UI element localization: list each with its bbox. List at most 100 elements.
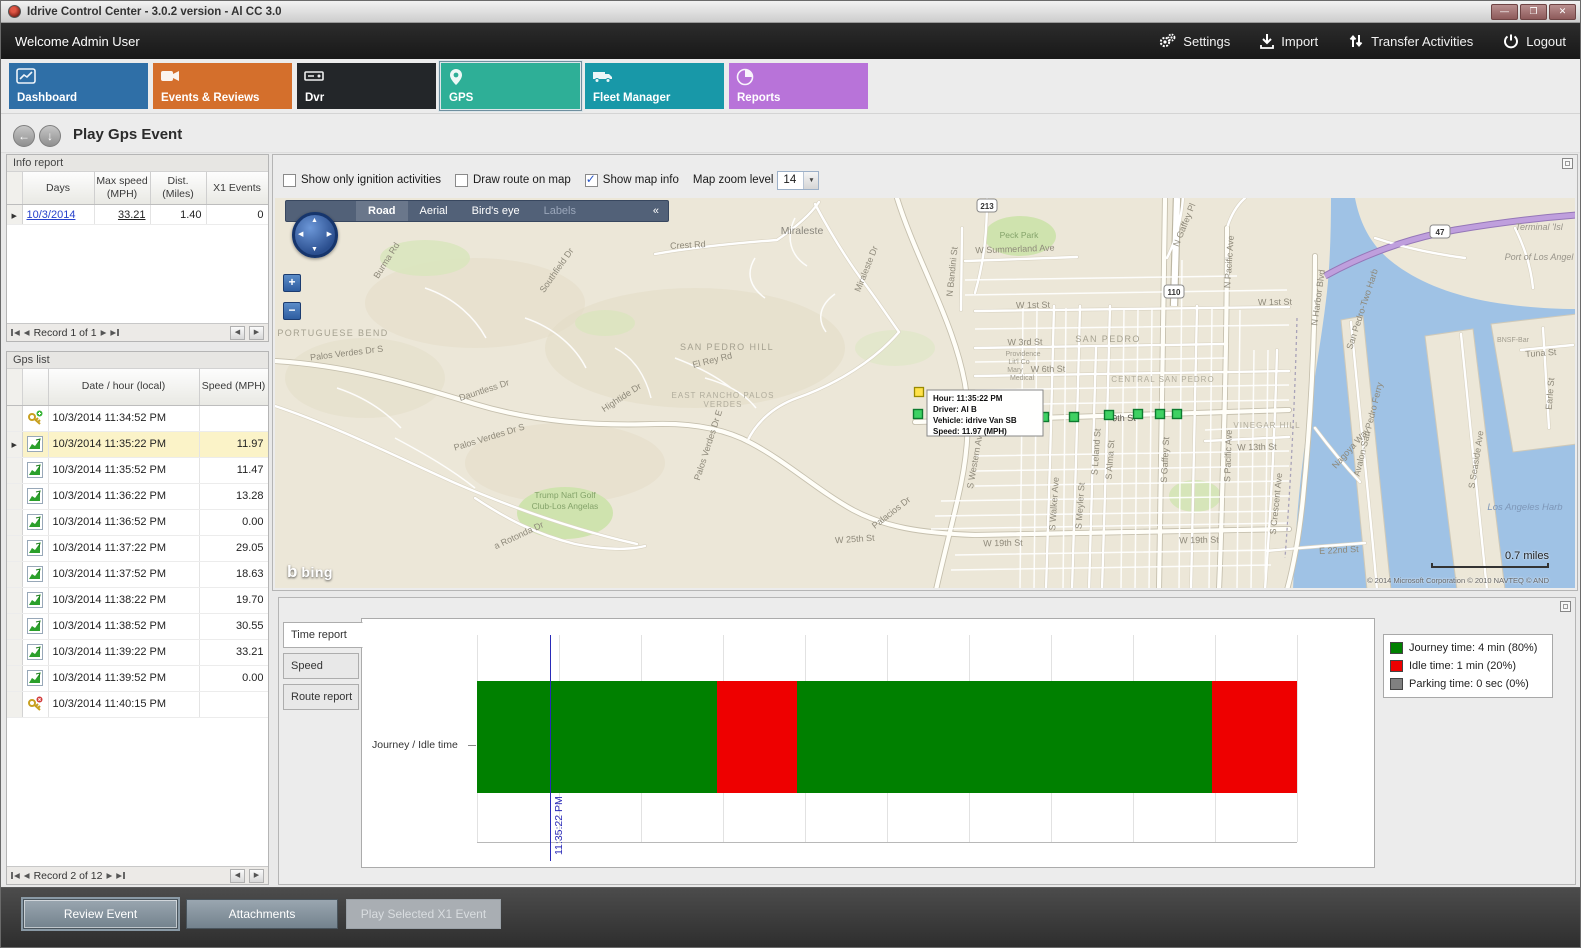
gps-speed-cell[interactable]: 0.00 <box>199 509 268 535</box>
col-date-hour[interactable]: Date / hour (local) <box>48 369 199 405</box>
map-view-labels[interactable]: Labels <box>532 201 588 221</box>
tab-speed-graphic[interactable]: Speed graphic <box>283 653 359 679</box>
gps-speed-cell[interactable]: 30.55 <box>199 613 268 639</box>
checkbox-icon[interactable] <box>585 174 598 187</box>
days-cell[interactable]: 10/3/2014 <box>22 205 94 225</box>
gps-date-cell[interactable]: 10/3/2014 11:35:52 PM <box>48 457 199 483</box>
gps-point-marker[interactable] <box>1173 410 1182 419</box>
checkbox-show-map-info[interactable]: Show map info <box>585 174 679 187</box>
gps-speed-cell[interactable] <box>199 691 268 717</box>
map-view-aerial[interactable]: Aerial <box>408 201 460 221</box>
gps-date-cell[interactable]: 10/3/2014 11:34:52 PM <box>48 405 199 431</box>
scroll-right-button[interactable]: ▶ <box>249 869 264 883</box>
selected-point-marker[interactable] <box>915 388 924 397</box>
gps-speed-cell[interactable]: 13.28 <box>199 483 268 509</box>
gps-list-row[interactable]: 10/3/2014 11:40:15 PM <box>7 691 268 717</box>
next-record-button[interactable]: ▶ <box>106 872 112 880</box>
checkbox-show-ignition[interactable]: Show only ignition activities <box>283 174 441 187</box>
tab-time-report[interactable]: Time report <box>283 622 363 648</box>
max-speed-cell[interactable]: 33.21 <box>94 205 150 225</box>
gps-point-marker[interactable] <box>1070 413 1079 422</box>
report-collapse-icon[interactable] <box>1560 601 1571 612</box>
prev-record-button[interactable]: ◀ <box>24 872 30 880</box>
map-zoom-out-button[interactable]: − <box>283 302 301 320</box>
gps-point-marker[interactable] <box>1156 410 1165 419</box>
checkbox-icon[interactable] <box>455 174 468 187</box>
gps-speed-cell[interactable]: 18.63 <box>199 561 268 587</box>
gps-list-row[interactable]: 10/3/2014 11:34:52 PM <box>7 405 268 431</box>
tab-dvr[interactable]: Dvr <box>297 63 436 109</box>
gps-speed-cell[interactable]: 11.97 <box>199 431 268 457</box>
close-button[interactable]: ✕ <box>1549 4 1576 20</box>
tab-events-reviews[interactable]: Events & Reviews <box>153 63 292 109</box>
gps-list-row[interactable]: ▶ 10/3/2014 11:35:22 PM 11.97 <box>7 431 268 457</box>
gps-date-cell[interactable]: 10/3/2014 11:39:52 PM <box>48 665 199 691</box>
gps-date-cell[interactable]: 10/3/2014 11:38:22 PM <box>48 587 199 613</box>
gps-date-cell[interactable]: 10/3/2014 11:36:52 PM <box>48 509 199 535</box>
bing-map[interactable]: 21311047 MiralestePeck ParkW Summerland … <box>275 198 1575 588</box>
pan-west-icon[interactable]: ◀ <box>298 230 303 238</box>
maximize-button[interactable]: ❐ <box>1520 4 1547 20</box>
next-record-button[interactable]: ▶ <box>101 329 107 337</box>
col-speed[interactable]: Speed (MPH) <box>199 369 268 405</box>
pan-south-icon[interactable]: ▼ <box>311 246 318 253</box>
col-dist[interactable]: Dist. (Miles) <box>150 172 206 205</box>
gps-list-row[interactable]: 10/3/2014 11:36:52 PM 0.00 <box>7 509 268 535</box>
tab-gps[interactable]: GPS <box>441 63 580 109</box>
checkbox-draw-route[interactable]: Draw route on map <box>455 174 571 187</box>
info-report-row[interactable]: ▶ 10/3/2014 33.21 1.40 0 <box>7 205 268 225</box>
scroll-right-button[interactable]: ▶ <box>249 326 264 340</box>
last-record-button[interactable]: ▶ <box>116 872 125 880</box>
gps-list-row[interactable]: 10/3/2014 11:39:22 PM 33.21 <box>7 639 268 665</box>
chevron-down-icon[interactable]: ▼ <box>803 172 818 189</box>
gps-speed-cell[interactable]: 19.70 <box>199 587 268 613</box>
minimize-button[interactable]: — <box>1491 4 1518 20</box>
gps-date-cell[interactable]: 10/3/2014 11:37:22 PM <box>48 535 199 561</box>
map-view-road[interactable]: Road <box>356 201 408 221</box>
gps-list-row[interactable]: 10/3/2014 11:35:52 PM 11.47 <box>7 457 268 483</box>
settings-button[interactable]: Settings <box>1159 33 1230 49</box>
gps-date-cell[interactable]: 10/3/2014 11:38:52 PM <box>48 613 199 639</box>
checkbox-icon[interactable] <box>283 174 296 187</box>
last-record-button[interactable]: ▶ <box>110 329 119 337</box>
transfer-activities-button[interactable]: Transfer Activities <box>1348 33 1473 49</box>
pan-east-icon[interactable]: ▶ <box>327 230 332 238</box>
tab-route-report[interactable]: Route report <box>283 684 359 710</box>
gps-speed-cell[interactable]: 33.21 <box>199 639 268 665</box>
col-days[interactable]: Days <box>22 172 94 205</box>
gps-date-cell[interactable]: 10/3/2014 11:39:22 PM <box>48 639 199 665</box>
gps-list-row[interactable]: 10/3/2014 11:36:22 PM 13.28 <box>7 483 268 509</box>
review-event-button[interactable]: Review Event <box>23 899 178 929</box>
gps-speed-cell[interactable]: 29.05 <box>199 535 268 561</box>
col-max-speed[interactable]: Max speed (MPH) <box>94 172 150 205</box>
pan-north-icon[interactable]: ▲ <box>311 217 318 224</box>
gps-point-marker[interactable] <box>914 410 923 419</box>
gps-list-row[interactable]: 10/3/2014 11:37:52 PM 18.63 <box>7 561 268 587</box>
gps-speed-cell[interactable]: 11.47 <box>199 457 268 483</box>
gps-date-cell[interactable]: 10/3/2014 11:40:15 PM <box>48 691 199 717</box>
logout-button[interactable]: Logout <box>1503 33 1566 49</box>
down-button[interactable]: ↓ <box>39 125 61 147</box>
gps-list-row[interactable]: 10/3/2014 11:38:52 PM 30.55 <box>7 613 268 639</box>
attachments-button[interactable]: Attachments <box>186 899 338 929</box>
import-button[interactable]: Import <box>1260 33 1318 49</box>
viewbar-collapse-icon[interactable]: « <box>644 205 668 217</box>
tab-reports[interactable]: Reports <box>729 63 868 109</box>
back-button[interactable]: ← <box>13 125 35 147</box>
gps-list-row[interactable]: 10/3/2014 11:38:22 PM 19.70 <box>7 587 268 613</box>
gps-speed-cell[interactable]: 0.00 <box>199 665 268 691</box>
prev-record-button[interactable]: ◀ <box>24 329 30 337</box>
map-collapse-icon[interactable] <box>1562 158 1573 169</box>
map-canvas[interactable]: 21311047 MiralestePeck ParkW Summerland … <box>275 198 1575 588</box>
map-view-birds-eye[interactable]: Bird's eye <box>460 201 532 221</box>
col-x1-events[interactable]: X1 Events <box>206 172 268 205</box>
first-record-button[interactable]: ◀ <box>11 872 20 880</box>
tab-fleet-manager[interactable]: Fleet Manager <box>585 63 724 109</box>
gps-date-cell[interactable]: 10/3/2014 11:37:52 PM <box>48 561 199 587</box>
gps-point-marker[interactable] <box>1105 411 1114 420</box>
scroll-left-button[interactable]: ◀ <box>230 869 245 883</box>
first-record-button[interactable]: ◀ <box>11 329 20 337</box>
gps-list-row[interactable]: 10/3/2014 11:39:52 PM 0.00 <box>7 665 268 691</box>
gps-date-cell[interactable]: 10/3/2014 11:36:22 PM <box>48 483 199 509</box>
scroll-left-button[interactable]: ◀ <box>230 326 245 340</box>
